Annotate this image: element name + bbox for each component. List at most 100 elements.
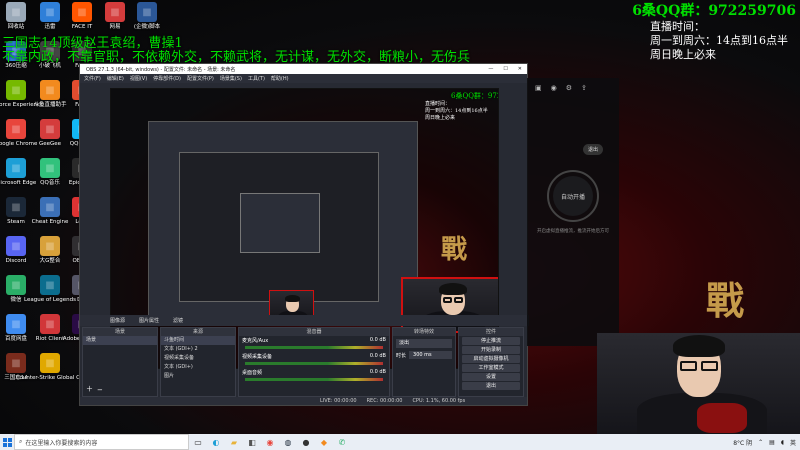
minimize-icon[interactable]: — (488, 66, 493, 72)
geforce-icon: ■ (6, 80, 26, 100)
desktop-icon-label: Microsoft Edge (0, 180, 37, 186)
source-item[interactable]: 文本 (GDI+) 2 (161, 345, 235, 354)
control-button[interactable]: 退出 (462, 382, 520, 390)
schedule-line: 周一到周六：14点到16点半 (650, 34, 788, 47)
desktop-icon[interactable]: ■ League of Legends (24, 275, 76, 311)
volume-meter[interactable] (245, 346, 383, 349)
weather-text[interactable]: 8°C 阴 (733, 438, 752, 447)
thunder-icon: ■ (40, 2, 60, 22)
riot-icon: ■ (40, 314, 60, 334)
source-item[interactable]: 文本 (GDI+) (161, 363, 235, 372)
game-icon: ■ (6, 353, 26, 373)
desktop-icon[interactable]: ■ Cheat Engine (31, 197, 69, 233)
volume-icon[interactable]: ◖ (781, 439, 784, 446)
auto-live-ring[interactable]: 自动开播 (547, 170, 599, 222)
source-item[interactable]: 图片 (161, 372, 235, 381)
duration-label: 时长 (396, 352, 407, 359)
task-view-icon[interactable]: ▭ (189, 434, 207, 450)
desktop-icon[interactable]: ■ 微信 (0, 275, 32, 311)
gift-icon[interactable]: ▣ (535, 84, 542, 92)
maximize-icon[interactable]: ☐ (503, 66, 507, 72)
control-button[interactable]: 停止推流 (462, 337, 520, 345)
control-button[interactable]: 启动虚拟摄像机 (462, 355, 520, 363)
properties-button[interactable]: 图片属性 (139, 317, 159, 324)
scene-item[interactable]: 场景 (83, 336, 157, 345)
obs-docks: 场景 场景 ＋ − 来源 斗鱼时间 文本 (GDI+) 2 视频采集设备 文本 (GD… (80, 327, 529, 397)
obs-menu-item[interactable]: 工具(T) (248, 75, 265, 82)
desktop-icon[interactable]: ■ Steam (0, 197, 32, 233)
obs-menu-item[interactable]: 场景集(S) (220, 75, 242, 82)
background-zhan-glyph: 戰 (441, 235, 468, 265)
desktop-icon[interactable]: ■ Microsoft Edge (0, 158, 36, 194)
tool-icon: ■ (40, 236, 60, 256)
obs-menu-item[interactable]: 帮助(H) (271, 75, 289, 82)
steam-taskbar-icon[interactable]: ◍ (279, 434, 297, 450)
share-icon[interactable]: ⇪ (581, 84, 587, 92)
source-item[interactable]: 斗鱼时间 (161, 336, 235, 345)
netease-icon: ■ (105, 2, 125, 22)
desktop-icon[interactable]: ■ QQ音乐 (34, 158, 66, 194)
obs-taskbar-icon[interactable]: ● (297, 434, 315, 450)
ime-language[interactable]: 英 (790, 438, 796, 447)
obs-menu-item[interactable]: 视图(V) (130, 75, 147, 82)
volume-meter[interactable] (245, 378, 383, 381)
desktop-icon-label: Discord (5, 258, 27, 264)
file-explorer-icon[interactable]: ▰ (225, 434, 243, 450)
start-button[interactable] (0, 434, 14, 450)
desktop-icon-label: 百度网盘 (4, 336, 27, 342)
settings-icon[interactable]: ⚙ (566, 84, 572, 92)
control-button[interactable]: 工作室模式 (462, 364, 520, 372)
obs-menu-item[interactable]: 配置文件(P) (187, 75, 214, 82)
obs-window[interactable]: OBS 27.1.3 (64-bit, windows) - 配置文件: 未命名… (79, 63, 529, 406)
source-label: 图像源 (110, 318, 126, 324)
desktop-icon-label: 微信 (10, 297, 22, 303)
mixer-dock: 混音器 麦克风/Aux 0.0 dB 视频采集设备 0.0 dB 桌面音频 0.0 dB (238, 327, 390, 397)
filters-button[interactable]: 滤镜 (173, 317, 183, 324)
desktop-icon[interactable]: ■ 大G整合 (34, 236, 66, 272)
store-icon[interactable]: ◧ (243, 434, 261, 450)
douyu-taskbar-icon[interactable]: ◆ (315, 434, 333, 450)
desktop-icon[interactable]: ■GeForce Experience (0, 80, 43, 116)
desktop-icon[interactable]: ■ 三国志14 (0, 353, 32, 389)
obs-menu-item[interactable]: 文件(F) (84, 75, 101, 82)
tray-chevron-icon[interactable]: ⌃ (758, 439, 763, 446)
record-icon[interactable]: ◉ (551, 84, 557, 92)
desktop-icon-label: 迅雷 (44, 24, 56, 30)
desktop-icon[interactable]: ■ GeeGee (34, 119, 66, 155)
duration-input[interactable]: 300 ms (409, 351, 452, 359)
auto-live-button[interactable]: 自动开播 (553, 176, 593, 216)
obs-menu-item[interactable]: 编辑(E) (107, 75, 124, 82)
cpu-status: CPU: 1.1%, 60.00 fps (412, 398, 466, 404)
edge-taskbar-icon[interactable]: ◐ (207, 434, 225, 450)
mixer-channel-db: 0.0 dB (369, 337, 386, 343)
wechat-taskbar-icon[interactable]: ✆ (333, 434, 351, 450)
desktop-icon[interactable]: ■ Riot Client (34, 314, 66, 350)
control-button[interactable]: 设置 (462, 373, 520, 381)
add-scene-icon[interactable]: ＋ (86, 384, 93, 394)
volume-meter[interactable] (245, 362, 383, 365)
taskbar-search[interactable]: ⌕ 在这里输入你要搜索的内容 (14, 434, 189, 450)
network-icon[interactable]: ▤ (769, 439, 775, 446)
source-item[interactable]: 视频采集设备 (161, 354, 235, 363)
desktop-icon[interactable]: ■ 斗鱼直播助手 (34, 80, 67, 116)
exit-button[interactable]: 退出 (583, 144, 604, 155)
desktop-icon-label: (企微)脚本 (133, 24, 161, 30)
close-icon[interactable]: ✕ (518, 66, 522, 72)
desktop-icon[interactable]: ■ Counter-Strike Global Off (16, 353, 84, 389)
desktop-icon-label: Cheat Engine (31, 219, 69, 225)
desktop-icon-label: 回收站 (7, 24, 25, 30)
webcam-overlay (597, 333, 800, 434)
remove-scene-icon[interactable]: − (97, 386, 103, 394)
desktop-icon[interactable]: ■ 百度网盘 (0, 314, 32, 350)
controls-dock: 控件 停止推流 开始录制 启动虚拟摄像机 工作室模式 设置 退出 (458, 327, 524, 397)
control-button[interactable]: 开始录制 (462, 346, 520, 354)
chrome-taskbar-icon[interactable]: ◉ (261, 434, 279, 450)
obs-menu-bar: 文件(F) 编辑(E) 视图(V) 停靠部件(D) 配置文件(P) 场景集(S) 工具(T)… (80, 74, 527, 83)
transition-select[interactable]: 淡出 (396, 339, 452, 348)
obs-menu-item[interactable]: 停靠部件(D) (153, 75, 181, 82)
douyu-assistant-panel[interactable]: ▣ ◉ ⚙ ⇪ 退出 自动开播 开启虚拟直播推流，推流开始后方可 (527, 78, 619, 346)
desktop-icon[interactable]: ■ Discord (0, 236, 32, 272)
obs-title-bar[interactable]: OBS 27.1.3 (64-bit, windows) - 配置文件: 未命名… (80, 64, 527, 74)
search-input[interactable]: 在这里输入你要搜索的内容 (25, 438, 97, 447)
desktop-icon[interactable]: ■ Google Chrome (0, 119, 37, 155)
